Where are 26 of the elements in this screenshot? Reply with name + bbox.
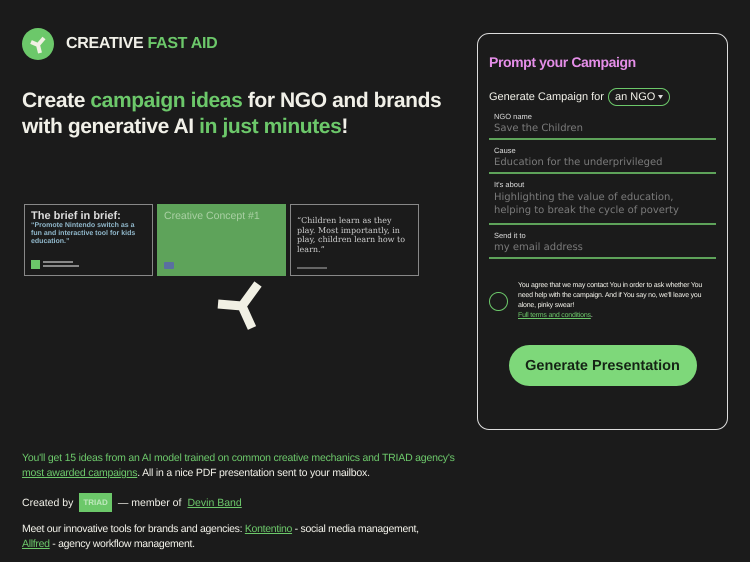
slide-title: The brief in brief: — [31, 210, 122, 222]
target-select[interactable]: an NGO — [608, 88, 670, 106]
input-field[interactable]: Save the Children — [489, 121, 716, 140]
input-field[interactable]: Education for the underprivileged — [489, 155, 716, 174]
created-by-label: Created by — [22, 496, 74, 508]
generate-button[interactable]: Generate Presentation — [508, 345, 696, 386]
input-field[interactable]: my email address — [489, 240, 716, 259]
form-title: Prompt your Campaign — [489, 54, 637, 70]
logo-icon — [22, 28, 54, 60]
info-paragraph: You'll get 15 ideas from an AI model trained on common creative mechanics and TRIAD agency's most awarded campaigns. All in a nice PDF presentation sent to your mailbox. — [22, 451, 456, 481]
company-link[interactable]: Devin Band — [187, 496, 242, 508]
input-field[interactable]: Highlighting the value of education, helping to break the cycle of poverty — [489, 189, 716, 225]
tools-paragraph: Meet our innovative tools for brands and agencies: Kontentino - social media management, Allfred - agency workflow management. — [22, 522, 420, 552]
tool-link[interactable]: Kontentino — [244, 523, 292, 535]
slide-logo-icon — [164, 262, 174, 269]
headline: Create campaign ideas for NGO and brands with generative AI in just minutes! — [22, 88, 442, 140]
generate-for-label: Generate Campaign for — [489, 91, 604, 103]
campaigns-link[interactable]: most awarded campaigns — [22, 467, 138, 479]
consent-checkbox[interactable] — [489, 292, 508, 310]
caret-icon — [658, 95, 664, 100]
slide-title: Creative Concept #1 — [164, 210, 261, 222]
member-label: — member of — [118, 496, 182, 508]
slide-footer-drawing — [31, 260, 81, 269]
tool-link[interactable]: Allfred — [22, 538, 50, 550]
slide-quote: “Children learn as they play. Most importantly, in play, children learn how to learn.” — [297, 216, 406, 254]
brand-name: CREATIVE FAST AID — [66, 35, 218, 53]
